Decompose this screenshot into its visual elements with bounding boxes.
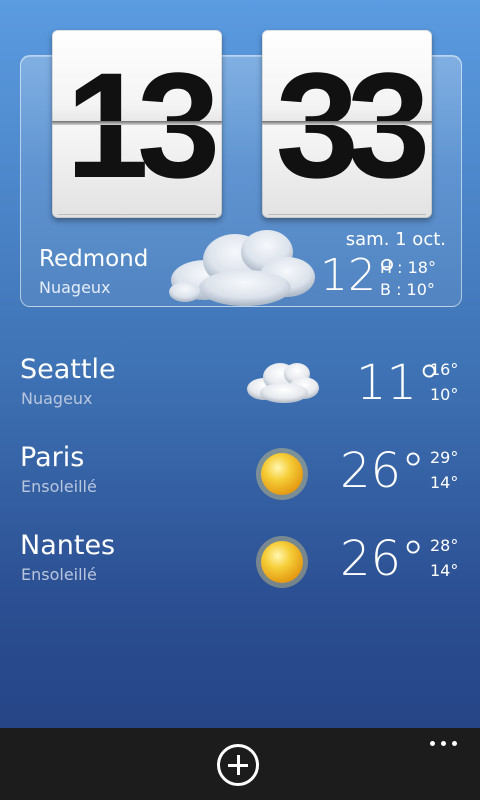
city-high: 29° [430, 448, 459, 467]
clock-minutes-card: 33 [262, 30, 432, 218]
dot [441, 741, 446, 746]
app-bar [0, 728, 480, 800]
sun-icon [254, 534, 310, 590]
local-condition: Nuageux [39, 278, 111, 297]
city-condition: Ensoleillé [21, 477, 97, 496]
clock-hours-card: 13 [52, 30, 222, 218]
local-city: Redmond [39, 246, 149, 272]
add-circle-icon[interactable] [217, 744, 259, 786]
city-temperature: 11° [356, 355, 442, 411]
city-name: Nantes [20, 530, 116, 561]
more-dots-icon[interactable] [428, 738, 460, 748]
city-low: 10° [430, 385, 459, 404]
local-high: H : 18° [380, 258, 436, 277]
city-name: Seattle [20, 354, 116, 385]
city-low: 14° [430, 561, 459, 580]
local-date: sam. 1 oct. [345, 229, 446, 250]
city-temperature: 26° [340, 531, 426, 587]
clock-minutes: 33 [275, 41, 431, 209]
clock-hours: 13 [65, 41, 221, 209]
cloud-icon [244, 357, 322, 407]
city-low: 14° [430, 473, 459, 492]
sun-icon [254, 446, 310, 502]
city-high: 16° [430, 360, 459, 379]
city-condition: Ensoleillé [21, 565, 97, 584]
city-temperature: 26° [340, 443, 426, 499]
flip-hinge [52, 121, 222, 125]
local-low: B : 10° [380, 280, 435, 299]
dot [452, 741, 457, 746]
cloud-icon [165, 222, 320, 312]
flip-hinge [262, 121, 432, 125]
dot [430, 741, 435, 746]
city-condition: Nuageux [21, 389, 93, 408]
city-name: Paris [20, 442, 85, 473]
card-edge [268, 214, 426, 215]
card-edge [58, 214, 216, 215]
city-high: 28° [430, 536, 459, 555]
